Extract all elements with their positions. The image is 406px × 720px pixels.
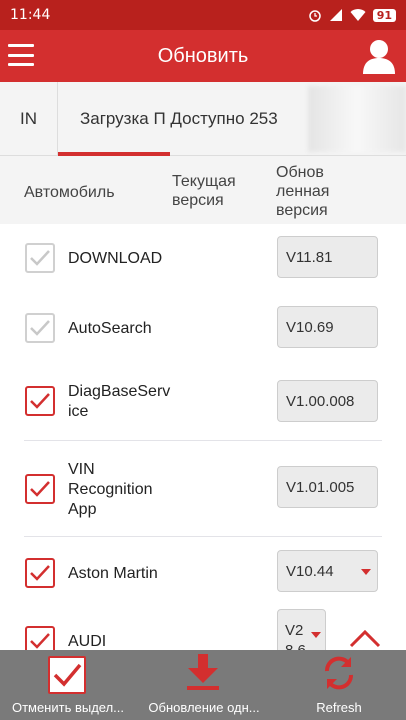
vehicle-name: DOWNLOAD <box>68 250 163 267</box>
check-icon <box>30 565 50 581</box>
column-updated-version: Обнов ленная версия <box>276 164 330 219</box>
column-current-version: Текущая версия <box>172 173 236 209</box>
divider <box>24 536 382 537</box>
divider <box>24 440 382 441</box>
download-icon <box>187 654 219 690</box>
version-value: V2 8.6 <box>285 622 306 650</box>
vehicle-name: Aston Martin <box>68 565 158 582</box>
refresh-label: Refresh <box>316 700 362 715</box>
update-one-button[interactable]: Обновление одн... <box>136 650 272 720</box>
list-item: AUDI V2 8.6 <box>0 608 406 650</box>
update-one-label: Обновление одн... <box>148 700 260 715</box>
tab-overflow <box>308 86 406 152</box>
list-item: VIN Recognition App V1.01.005 <box>0 446 406 534</box>
refresh-icon <box>324 656 354 690</box>
checkbox-icon <box>48 656 86 694</box>
deselect-button[interactable]: Отменить выдел... <box>0 650 136 720</box>
version-dropdown[interactable]: V2 8.6 <box>277 609 326 650</box>
vehicle-name: DiagBaseServ ice <box>68 383 171 420</box>
deselect-label: Отменить выдел... <box>11 700 125 715</box>
check-icon <box>30 633 50 649</box>
list-item: DiagBaseServ ice V1.00.008 <box>0 368 406 438</box>
wifi-icon <box>350 9 366 21</box>
app-bar: Обновить <box>0 30 406 82</box>
chevron-down-icon <box>311 632 321 638</box>
user-icon[interactable] <box>362 38 396 74</box>
tab-download[interactable]: Загрузка П Доступно 253 <box>58 82 308 156</box>
checkbox[interactable] <box>25 474 55 504</box>
version-box: V1.00.008 <box>277 380 378 422</box>
list-item: AutoSearch V10.69 <box>0 298 406 362</box>
alarm-icon <box>308 10 321 22</box>
vehicle-name: AutoSearch <box>68 320 152 337</box>
refresh-button[interactable]: Refresh <box>272 650 406 720</box>
check-icon <box>30 393 50 409</box>
checkbox[interactable] <box>25 558 55 588</box>
version-box: V11.81 <box>277 236 378 278</box>
version-box: V1.01.005 <box>277 466 378 508</box>
vehicle-name: AUDI <box>68 633 107 650</box>
version-box: V10.69 <box>277 306 378 348</box>
check-icon <box>30 481 50 497</box>
status-bar: 11:44 91 <box>0 0 406 30</box>
list-item: DOWNLOAD V11.81 <box>0 228 406 292</box>
version-dropdown[interactable]: V10.44 <box>277 550 378 592</box>
vehicle-name: VIN Recognition App <box>68 461 153 518</box>
scroll-to-top-icon[interactable] <box>348 626 382 650</box>
checkbox[interactable] <box>25 313 55 343</box>
menu-icon[interactable] <box>8 44 34 66</box>
check-icon <box>30 320 50 336</box>
column-header: Автомобиль Текущая версия Обнов ленная в… <box>0 156 406 224</box>
tab-in[interactable]: IN <box>0 82 58 156</box>
column-vehicle: Автомобиль <box>24 184 115 201</box>
checkbox[interactable] <box>25 243 55 273</box>
list-item: Aston Martin V10.44 <box>0 542 406 608</box>
tab-bar: IN Загрузка П Доступно 253 <box>0 82 406 156</box>
signal-icon <box>329 9 342 21</box>
page-title: Обновить <box>157 44 249 67</box>
bottom-action-bar: Отменить выдел... Обновление одн... Refr… <box>0 650 406 720</box>
checkbox[interactable] <box>25 386 55 416</box>
version-value: V10.44 <box>286 563 334 580</box>
check-icon <box>30 250 50 266</box>
chevron-down-icon <box>361 569 371 575</box>
battery-icon: 91 <box>372 8 396 22</box>
status-time: 11:44 <box>10 7 51 23</box>
checkbox[interactable] <box>25 626 55 650</box>
